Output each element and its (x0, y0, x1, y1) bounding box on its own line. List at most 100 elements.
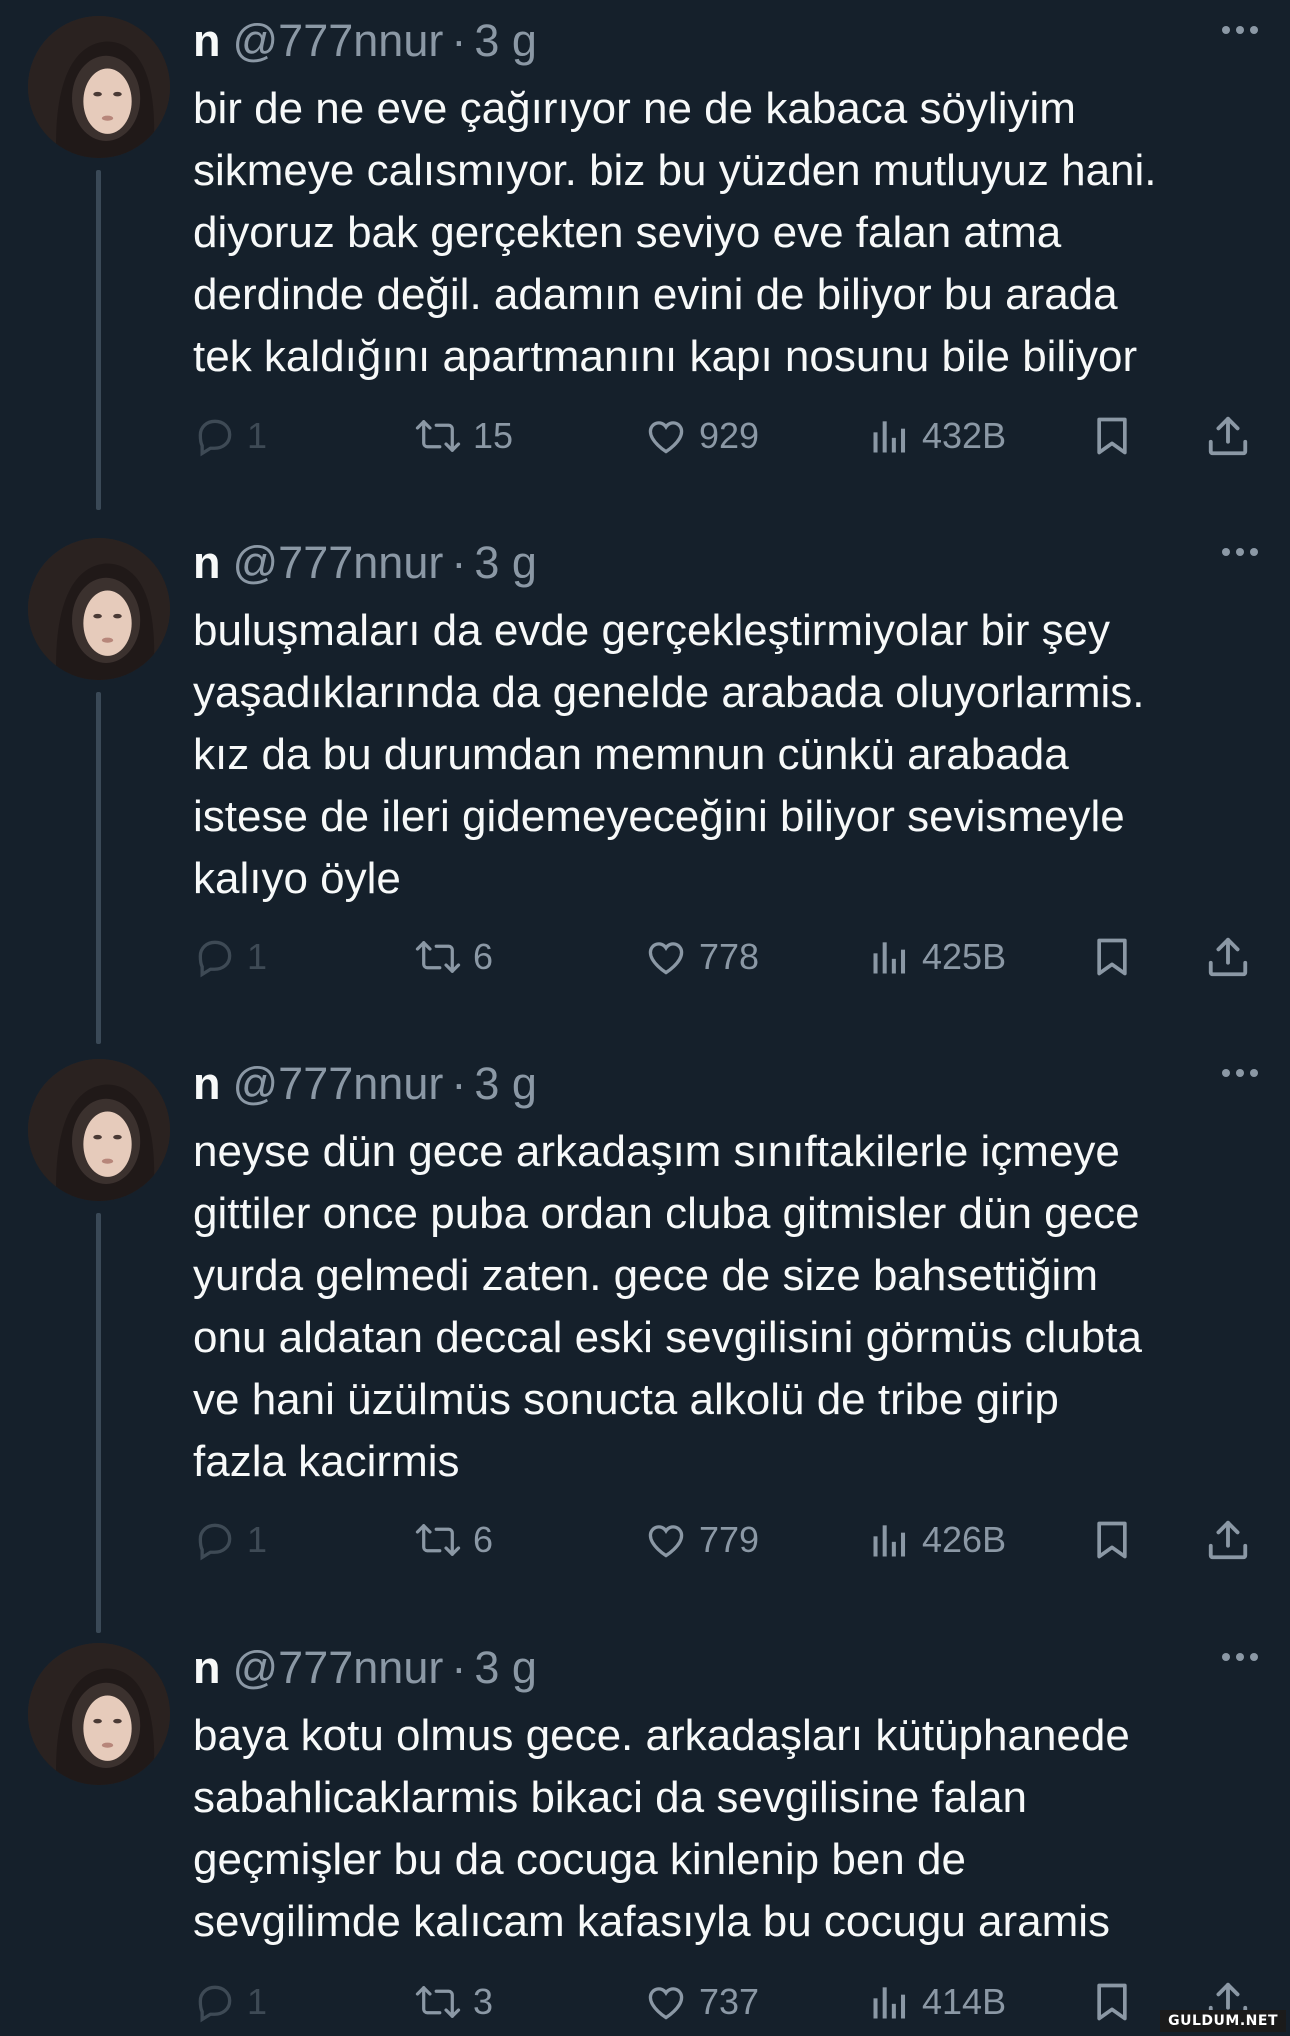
avatar-photo (28, 1059, 170, 1201)
timestamp[interactable]: 3 g (474, 15, 537, 67)
like-button[interactable]: 737 (643, 1972, 759, 2032)
separator-dot: · (451, 537, 467, 588)
timestamp[interactable]: 3 g (474, 1058, 537, 1110)
more-icon[interactable] (1222, 1069, 1258, 1077)
retweet-count: 3 (473, 1981, 494, 2022)
display-name[interactable]: n (193, 1058, 221, 1110)
watermark: GULDUM.NET (1160, 2010, 1286, 2032)
heart-icon (648, 942, 684, 975)
like-count: 737 (699, 1981, 760, 2022)
views-count: 426B (922, 1519, 1007, 1560)
thread-line (96, 1213, 101, 1633)
avatar[interactable] (28, 16, 170, 158)
views-count: 432B (922, 415, 1007, 456)
heart-icon (648, 1525, 684, 1558)
views-button[interactable]: 432B (868, 406, 1006, 466)
share-button[interactable] (1205, 927, 1251, 987)
reply-icon (198, 419, 232, 457)
thread-line (96, 170, 101, 510)
bookmark-button[interactable] (1090, 1510, 1134, 1570)
tweet-actions: 1 3 737 414B (193, 1972, 1263, 2032)
reply-count: 1 (247, 1519, 268, 1560)
tweet-text: neyse dün gece arkadaşım sınıftakilerle … (193, 1127, 1142, 1486)
retweet-count: 6 (473, 1519, 494, 1560)
more-icon[interactable] (1222, 26, 1258, 34)
bookmark-icon (1097, 1983, 1127, 2021)
retweet-icon (415, 941, 461, 973)
like-button[interactable]: 779 (643, 1510, 759, 1570)
tweet-header: n @777nnur · 3 g (193, 1635, 537, 1701)
bookmark-icon (1097, 1521, 1127, 1559)
user-handle[interactable]: @777nnur (233, 537, 444, 589)
retweet-button[interactable]: 6 (413, 927, 493, 987)
views-icon (873, 1525, 906, 1557)
like-count: 929 (699, 415, 760, 456)
views-icon (873, 1987, 906, 2019)
reply-button[interactable]: 1 (193, 927, 267, 987)
avatar[interactable] (28, 1643, 170, 1785)
tweet-header: n @777nnur · 3 g (193, 8, 537, 74)
views-count: 414B (922, 1981, 1007, 2022)
avatar[interactable] (28, 1059, 170, 1201)
avatar-photo (28, 16, 170, 158)
heart-icon (648, 1987, 684, 2020)
reply-button[interactable]: 1 (193, 1972, 267, 2032)
timestamp[interactable]: 3 g (474, 537, 537, 589)
reply-button[interactable]: 1 (193, 1510, 267, 1570)
timestamp[interactable]: 3 g (474, 1642, 537, 1694)
avatar[interactable] (28, 538, 170, 680)
user-handle[interactable]: @777nnur (233, 15, 444, 67)
retweet-icon (415, 420, 461, 452)
views-count: 425B (922, 936, 1007, 977)
retweet-icon (415, 1524, 461, 1556)
retweet-count: 6 (473, 936, 494, 977)
reply-count: 1 (247, 415, 268, 456)
bookmark-button[interactable] (1090, 406, 1134, 466)
avatar-photo (28, 1643, 170, 1785)
like-count: 779 (699, 1519, 760, 1560)
tweet-actions: 1 6 779 426B (193, 1510, 1263, 1570)
more-icon[interactable] (1222, 1653, 1258, 1661)
avatar-photo (28, 538, 170, 680)
user-handle[interactable]: @777nnur (233, 1058, 444, 1110)
tweet-text: buluşmaları da evde gerçekleştirmiyolar … (193, 606, 1145, 903)
retweet-button[interactable]: 3 (413, 1972, 493, 2032)
share-button[interactable] (1205, 1510, 1251, 1570)
reply-count: 1 (247, 1981, 268, 2022)
reply-icon (198, 940, 232, 978)
like-count: 778 (699, 936, 760, 977)
heart-icon (648, 421, 684, 454)
display-name[interactable]: n (193, 1642, 221, 1694)
reply-icon (198, 1523, 232, 1561)
like-button[interactable]: 778 (643, 927, 759, 987)
tweet-actions: 1 6 778 425B (193, 927, 1263, 987)
tweet-text: baya kotu olmus gece. arkadaşları kütüph… (193, 1711, 1130, 1946)
more-icon[interactable] (1222, 548, 1258, 556)
views-button[interactable]: 425B (868, 927, 1006, 987)
display-name[interactable]: n (193, 15, 221, 67)
reply-button[interactable]: 1 (193, 406, 267, 466)
like-button[interactable]: 929 (643, 406, 759, 466)
reply-count: 1 (247, 936, 268, 977)
tweet-header: n @777nnur · 3 g (193, 530, 537, 596)
separator-dot: · (451, 15, 467, 66)
separator-dot: · (451, 1642, 467, 1693)
retweet-icon (415, 1986, 461, 2018)
user-handle[interactable]: @777nnur (233, 1642, 444, 1694)
share-icon (1208, 1520, 1248, 1560)
views-icon (873, 421, 906, 453)
tweet-actions: 1 15 929 432B (193, 406, 1263, 466)
views-icon (873, 942, 906, 974)
display-name[interactable]: n (193, 537, 221, 589)
retweet-button[interactable]: 15 (413, 406, 513, 466)
share-button[interactable] (1205, 406, 1251, 466)
bookmark-button[interactable] (1090, 1972, 1134, 2032)
retweet-button[interactable]: 6 (413, 1510, 493, 1570)
bookmark-icon (1097, 938, 1127, 976)
reply-icon (198, 1985, 232, 2023)
retweet-count: 15 (473, 415, 514, 456)
views-button[interactable]: 426B (868, 1510, 1006, 1570)
bookmark-button[interactable] (1090, 927, 1134, 987)
separator-dot: · (451, 1058, 467, 1109)
views-button[interactable]: 414B (868, 1972, 1006, 2032)
